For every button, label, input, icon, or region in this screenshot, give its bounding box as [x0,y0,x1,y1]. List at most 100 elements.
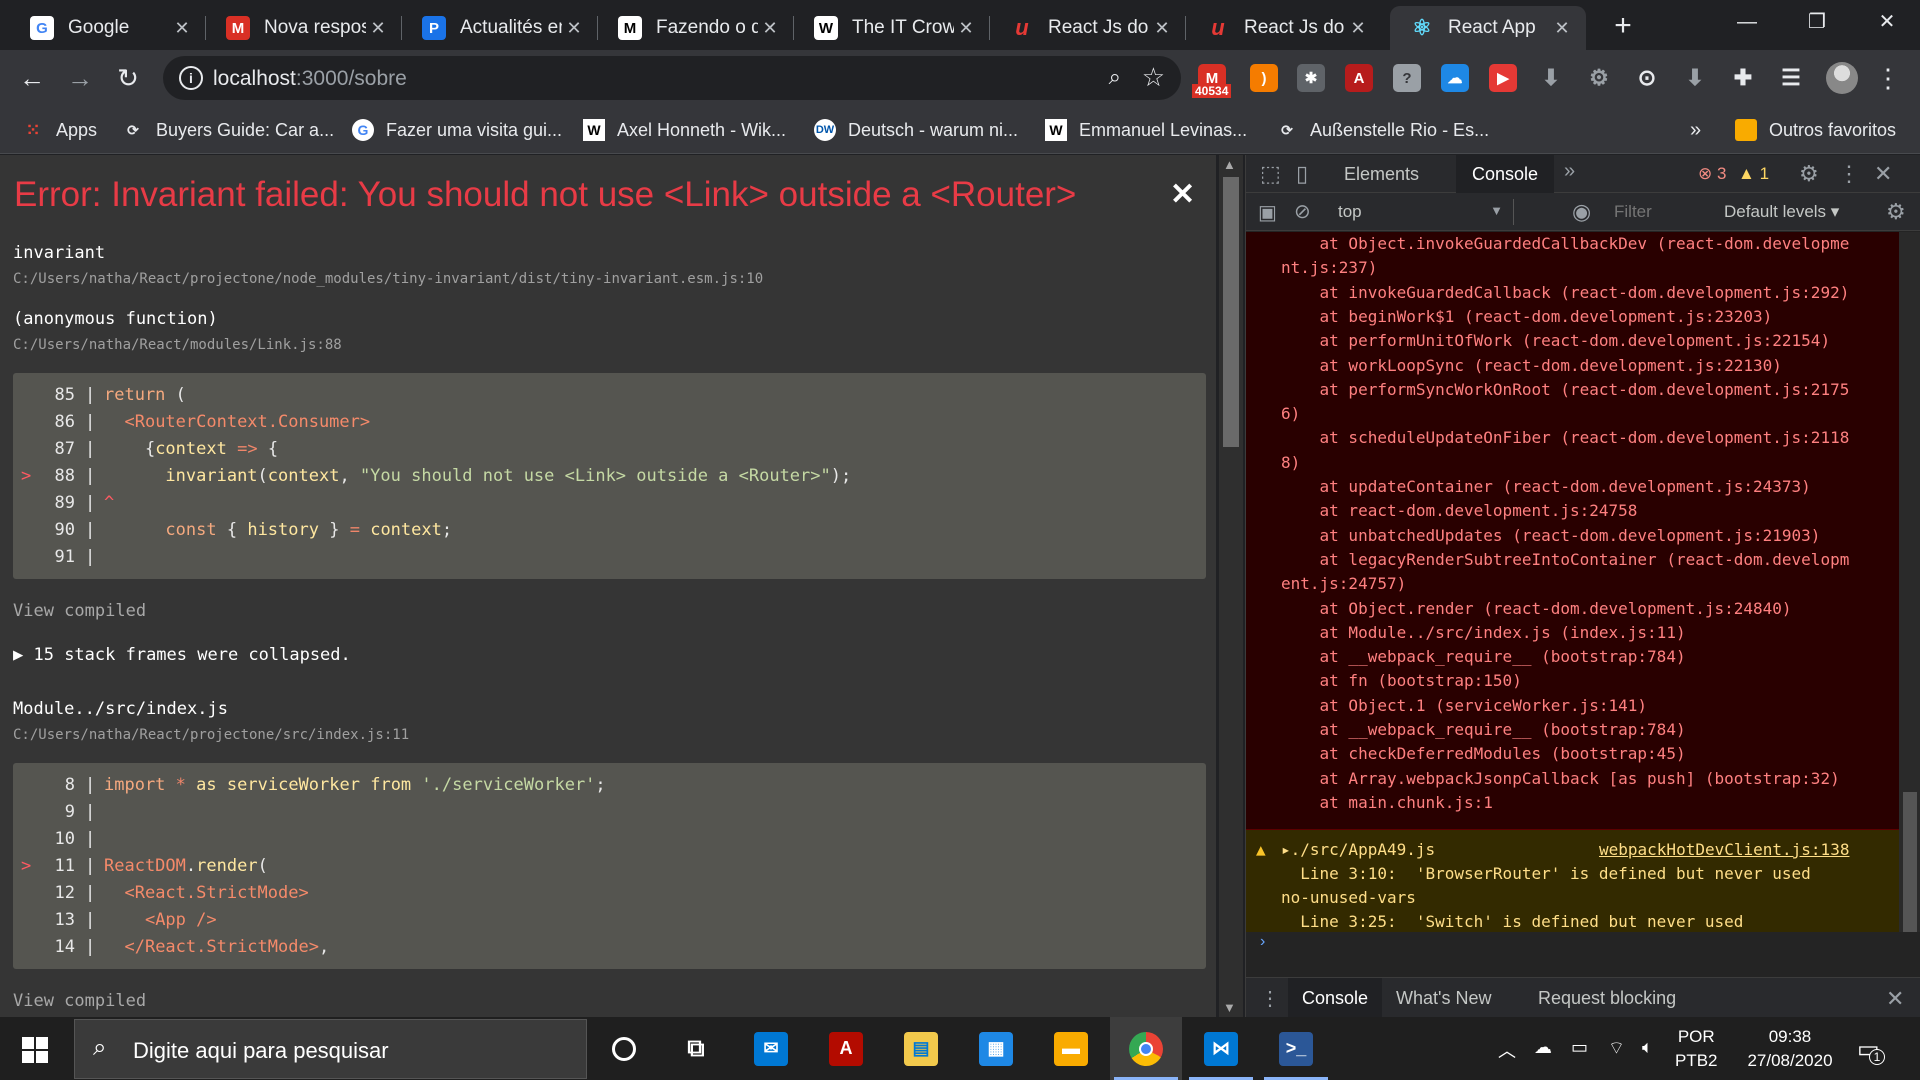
scroll-up-icon[interactable]: ▲ [1223,157,1236,172]
sidebar-toggle-icon[interactable]: ▣ [1258,200,1277,225]
warning-source-link[interactable]: webpackHotDevClient.js:138 [1599,840,1849,859]
drawer-menu-icon[interactable]: ⋮ [1260,986,1280,1011]
console-stack-line[interactable]: at beginWork$1 (react-dom.development.js… [1281,307,1773,326]
console-stack-line[interactable]: 6) [1281,404,1300,423]
close-icon[interactable]: ✕ [366,18,390,39]
scrollbar-thumb[interactable] [1223,177,1239,447]
back-button[interactable]: ← [12,58,52,98]
tray-chevron-icon[interactable]: ︿ [1498,1037,1516,1063]
action-center-button[interactable]: ▭ 1 [1857,1035,1885,1065]
warning-count-badge[interactable]: ▲ 1 [1738,164,1769,184]
chrome-app[interactable] [1110,1017,1182,1080]
drawer-tab-console[interactable]: Console [1288,978,1383,1018]
inspect-element-icon[interactable]: ⬚ [1260,161,1281,187]
cortana-button[interactable] [588,1017,660,1080]
error-count-badge[interactable]: ⊗ 3 [1698,164,1726,184]
pdf-icon[interactable]: A [1345,64,1373,92]
vscode-app[interactable]: ⋈ [1185,1017,1257,1080]
wifi-icon[interactable]: ⌔ [1608,1037,1625,1060]
view-compiled-link[interactable]: View compiled [13,601,146,621]
console-stack-line[interactable]: at Array.webpackJsonpCallback [as push] … [1281,769,1840,788]
acrobat-app[interactable]: A [810,1017,882,1080]
battery-icon[interactable]: ▭ [1571,1037,1588,1058]
scroll-down-icon[interactable]: ▼ [1223,1000,1236,1015]
console-stack-line[interactable]: nt.js:237) [1281,258,1377,277]
record-icon[interactable]: ⊙ [1633,64,1661,92]
puzzle-icon[interactable]: ✚ [1729,64,1757,92]
console-stack-line[interactable]: at legacyRenderSubtreeIntoContainer (rea… [1281,550,1850,569]
collapsed-frames-toggle[interactable]: ▶ 15 stack frames were collapsed. [13,645,351,665]
taskbar-clock[interactable]: 09:38 27/08/2020 [1740,1025,1840,1073]
drawer-tab-request-blocking[interactable]: Request blocking [1524,978,1690,1018]
bookmarks-overflow-button[interactable]: » [1690,116,1701,144]
console-stack-line[interactable]: at __webpack_require__ (bootstrap:784) [1281,647,1686,666]
console-stack-line[interactable]: at Module../src/index.js (index.js:11) [1281,623,1686,642]
bookmark-deutsch[interactable]: DW Deutsch - warum ni... [814,116,1018,144]
profile-avatar[interactable] [1826,62,1858,94]
close-window-button[interactable]: ✕ [1852,0,1920,44]
console-stack-line[interactable]: at unbatchedUpdates (react-dom.developme… [1281,526,1821,545]
new-tab-button[interactable]: + [1605,8,1641,44]
info-icon[interactable]: i [179,66,203,90]
console-stack-line[interactable]: at scheduleUpdateOnFiber (react-dom.deve… [1281,428,1850,447]
tab-react-app[interactable]: ⚛ React App ✕ [1390,6,1586,50]
close-icon[interactable]: ✕ [1150,18,1174,39]
tab-it-crowd[interactable]: W The IT Crowd ✕ [794,6,990,50]
log-levels-dropdown[interactable]: Default levels ▾ [1724,202,1839,222]
powershell-app[interactable]: >_ [1260,1017,1332,1080]
warning-source-file[interactable]: ▸./src/AppA49.js [1281,840,1435,859]
extension-icon[interactable]: ✱ [1297,64,1325,92]
tab-react-js-1[interactable]: u React Js do z ✕ [990,6,1186,50]
console-stack-line[interactable]: at Object.invokeGuardedCallbackDev (reac… [1281,234,1850,253]
tab-medium[interactable]: M Fazendo o d ✕ [598,6,794,50]
console-prompt[interactable]: › [1260,933,1265,951]
download-icon[interactable]: ⬇ [1537,64,1565,92]
close-icon[interactable]: ✕ [170,18,194,39]
console-stack-line[interactable]: at fn (bootstrap:150) [1281,671,1522,690]
clear-console-icon[interactable]: ⊘ [1294,199,1311,224]
console-stack-line[interactable]: at updateContainer (react-dom.developmen… [1281,477,1811,496]
taskbar-search-box[interactable]: ⌕ Digite aqui para pesquisar [74,1019,587,1079]
close-icon[interactable]: ✕ [1550,18,1574,39]
other-bookmarks[interactable]: Outros favoritos [1735,116,1896,144]
menu-icon[interactable]: ⋮ [1868,58,1908,98]
close-overlay-button[interactable]: ✕ [1170,177,1195,212]
help-icon[interactable]: ? [1393,64,1421,92]
close-icon[interactable]: ✕ [562,18,586,39]
onedrive-icon[interactable]: ☁ [1534,1037,1552,1058]
file-explorer-app[interactable]: ▬ [1035,1017,1107,1080]
context-selector[interactable]: top ▼ [1330,199,1514,225]
bookmark-apps[interactable]: ⁙ Apps [22,116,97,144]
scrollbar-thumb[interactable] [1903,792,1917,932]
bookmark-levinas[interactable]: W Emmanuel Levinas... [1045,116,1247,144]
console-stack-line[interactable]: at Object.1 (serviceWorker.js:141) [1281,696,1648,715]
console-filter-input[interactable] [1614,200,1704,224]
console-settings-icon[interactable]: ⚙ [1886,199,1906,225]
tab-console[interactable]: Console [1456,155,1555,193]
media-icon[interactable]: ☰ [1777,64,1805,92]
minimize-button[interactable]: — [1712,0,1782,44]
eye-icon[interactable]: ◉ [1572,199,1591,225]
tab-google[interactable]: G Google ✕ [10,6,206,50]
more-tabs-icon[interactable]: » [1564,160,1575,183]
console-stack-line[interactable]: at main.chunk.js:1 [1281,793,1493,812]
cloud-icon[interactable]: ☁ [1441,64,1469,92]
bookmark-aussenstelle[interactable]: ⟳ Außenstelle Rio - Es... [1276,116,1489,144]
console-stack-line[interactable]: 8) [1281,453,1300,472]
console-stack-line[interactable]: ent.js:24757) [1281,574,1406,593]
console-stack-line[interactable]: at __webpack_require__ (bootstrap:784) [1281,720,1686,739]
console-stack-line[interactable]: at Object.render (react-dom.development.… [1281,599,1792,618]
drawer-tab-whats-new[interactable]: What's New [1382,978,1505,1018]
console-scrollbar[interactable] [1899,232,1920,932]
control-panel-app[interactable]: ▦ [960,1017,1032,1080]
settings-gear-icon[interactable]: ⚙ [1799,161,1819,187]
tab-elements[interactable]: Elements [1328,155,1435,193]
close-drawer-icon[interactable]: ✕ [1886,986,1904,1012]
device-toolbar-icon[interactable]: ▯ [1296,161,1308,187]
console-stack-line[interactable]: at checkDeferredModules (bootstrap:45) [1281,744,1686,763]
kebab-menu-icon[interactable]: ⋮ [1838,161,1860,187]
volume-icon[interactable]: 🔈︎ [1642,1037,1653,1058]
url-text[interactable]: localhost:3000/sobre [213,67,407,91]
task-view-button[interactable]: ⧉ [660,1017,732,1080]
gear-icon[interactable]: ⚙ [1585,64,1613,92]
